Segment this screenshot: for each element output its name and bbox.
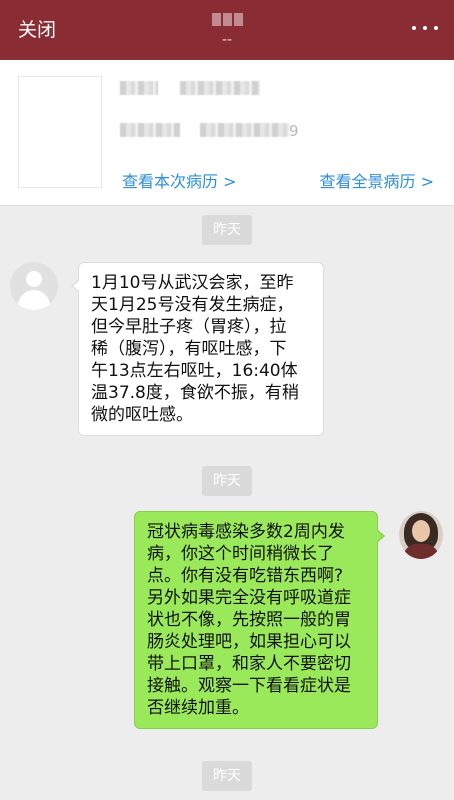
doctor-message-bubble: 冠状病毒感染多数2周内发 病，你这个时间稍微长了 点。你有没有吃错东西啊? 另外…: [134, 511, 385, 729]
doctor-avatar[interactable]: [399, 511, 443, 559]
redacted-contact-name: [211, 10, 244, 28]
timestamp-badge: 昨天: [202, 466, 252, 496]
patient-message-bubble: 1月10号从武汉会家，至昨 天1月25号没有发生病症， 但今早肚子疼（胃疼），拉…: [71, 262, 324, 436]
timestamp-badge: 昨天: [202, 215, 252, 245]
redacted-tail-digit: 9: [289, 122, 299, 140]
redacted-patient-id: [120, 123, 180, 137]
timestamp-badge: 昨天: [202, 761, 252, 791]
redacted-patient-info: [180, 81, 260, 95]
more-dots-icon[interactable]: [412, 26, 438, 32]
redacted-patient-phone: [200, 123, 290, 137]
title-subtitle: --: [221, 32, 233, 48]
patient-photo: [18, 76, 102, 188]
view-full-record-link[interactable]: 查看全景病历 >: [320, 172, 435, 192]
top-bar: 关闭 --: [0, 0, 454, 60]
chat-title: --: [0, 8, 454, 48]
view-current-record-link[interactable]: 查看本次病历 >: [122, 172, 237, 192]
patient-avatar-icon[interactable]: [10, 262, 58, 310]
redacted-patient-name: [120, 81, 158, 95]
